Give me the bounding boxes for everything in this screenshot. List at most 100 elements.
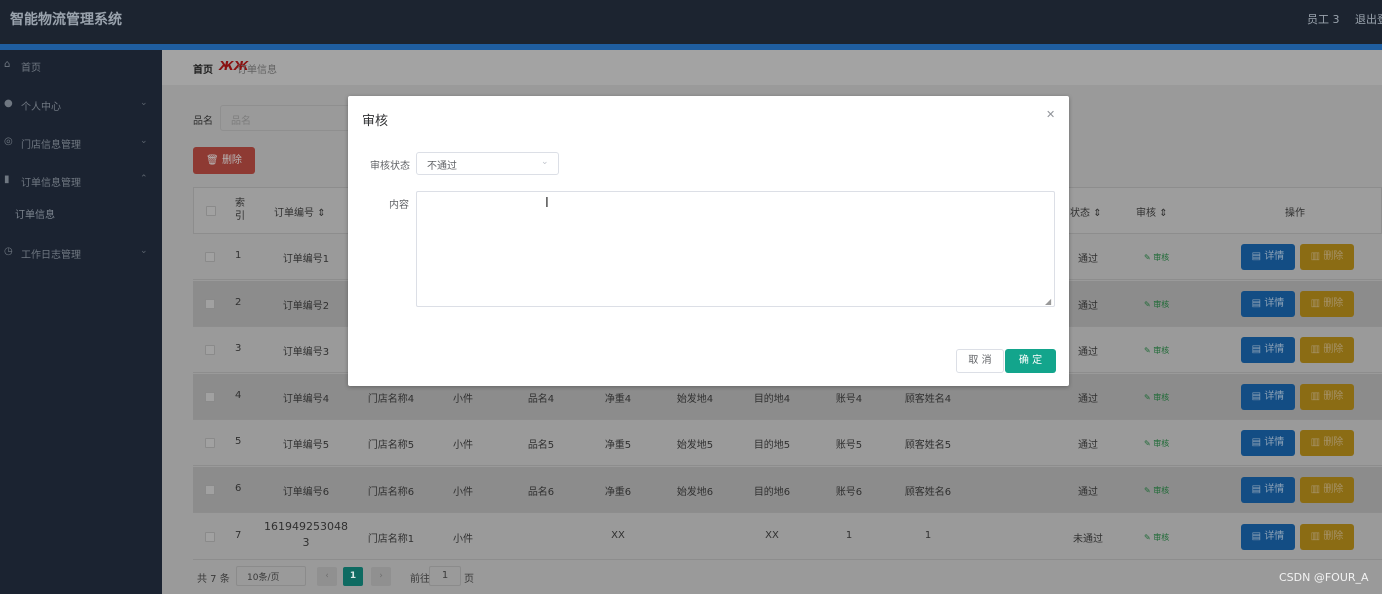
chevron-down-icon: ⌄ — [140, 98, 148, 108]
header-audit[interactable]: 审核 ⇕ — [1136, 204, 1168, 219]
pagination-total: 共 7 条 — [197, 574, 230, 585]
trash-icon: ▥ — [1310, 437, 1324, 449]
sidebar-item-orders[interactable]: ▮ 订单信息管理 ⌃ — [0, 171, 162, 191]
detail-button[interactable]: ▤ 详情 — [1241, 337, 1295, 364]
top-header: 智能物流管理系统 员工 3 退出登 — [0, 0, 1382, 45]
page-number-current[interactable]: 1 — [343, 567, 363, 586]
detail-button-label: 详情 — [1264, 390, 1285, 402]
sort-icon: ⇕ — [317, 208, 326, 219]
sort-icon: ⇕ — [1093, 208, 1102, 219]
detail-button[interactable]: ▤ 详情 — [1241, 383, 1295, 410]
audit-link[interactable]: ✎ 审核 — [1144, 299, 1169, 310]
chevron-down-icon: ⌄ — [541, 157, 549, 167]
row-checkbox[interactable] — [205, 531, 215, 542]
row-delete-button[interactable]: ▥ 删除 — [1300, 523, 1354, 550]
sidebar-item-store[interactable]: ◎ 门店信息管理 ⌄ — [0, 133, 162, 153]
cell-account: 账号6 — [835, 487, 863, 498]
current-user[interactable]: 员工 3 — [1307, 11, 1340, 27]
resize-handle-icon[interactable]: ◢ — [1045, 297, 1051, 306]
row-checkbox[interactable] — [205, 391, 215, 402]
cell-account: 账号5 — [835, 440, 863, 452]
header-audit-label: 审核 — [1136, 208, 1156, 219]
trash-icon: ▥ — [1310, 297, 1324, 309]
detail-button[interactable]: ▤ 详情 — [1241, 477, 1295, 503]
prev-page-button[interactable]: ‹ — [317, 567, 337, 586]
cell-name: 品名5 — [527, 440, 555, 452]
home-icon: ⌂ — [4, 59, 11, 70]
cancel-button[interactable]: 取 消 — [956, 349, 1004, 373]
logout-link[interactable]: 退出登 — [1355, 11, 1382, 27]
row-delete-button[interactable]: ▥ 删除 — [1300, 290, 1354, 317]
header-order-no[interactable]: 订单编号 ⇕ — [274, 204, 326, 219]
audit-status-select[interactable]: 不通过 ⌄ — [416, 152, 559, 175]
cell-customer: 顾客姓名5 — [904, 440, 952, 452]
cell-dest: XX — [765, 529, 779, 541]
detail-button[interactable]: ▤ 详情 — [1241, 430, 1295, 457]
row-checkbox[interactable] — [205, 298, 215, 309]
trash-icon: ▥ — [1310, 390, 1324, 402]
search-label: 品名 — [193, 116, 213, 127]
goto-page-input[interactable]: 1 — [429, 566, 461, 586]
cell-account: 1 — [845, 529, 853, 541]
cell-index: 6 — [235, 483, 242, 494]
header-status[interactable]: 状态 ⇕ — [1070, 204, 1102, 219]
document-icon: ▤ — [1251, 297, 1265, 309]
document-icon: ▤ — [1251, 251, 1265, 262]
edit-icon: ✎ — [1144, 486, 1154, 495]
audit-link-label: 审核 — [1153, 532, 1170, 542]
detail-button[interactable]: ▤ 详情 — [1241, 290, 1295, 317]
sidebar-subitem-order-info[interactable]: 订单信息 — [15, 206, 55, 221]
cell-order: 订单编号3 — [282, 347, 330, 359]
cell-origin: 始发地4 — [676, 393, 714, 405]
row-checkbox[interactable] — [205, 252, 215, 262]
cell-index: 1 — [235, 250, 242, 261]
row-checkbox[interactable] — [205, 345, 215, 356]
confirm-button[interactable]: 确 定 — [1005, 349, 1056, 373]
close-icon[interactable]: ✕ — [1046, 108, 1055, 121]
audit-link[interactable]: ✎ 审核 — [1144, 485, 1169, 496]
cell-origin: 始发地5 — [676, 440, 714, 452]
sidebar-item-profile[interactable]: ● 个人中心 ⌄ — [0, 95, 162, 115]
cell-customer: 1 — [924, 529, 932, 541]
breadcrumb-home[interactable]: 首页 — [193, 61, 213, 76]
header-index: 索引 — [235, 198, 245, 222]
audit-link[interactable]: ✎ 审核 — [1144, 252, 1169, 263]
edit-icon: ✎ — [1144, 346, 1154, 356]
row-delete-button[interactable]: ▥ 删除 — [1300, 430, 1354, 457]
cell-dest: 目的地6 — [753, 487, 791, 498]
detail-button[interactable]: ▤ 详情 — [1241, 523, 1295, 550]
pagination: 共 7 条 10条/页 ‹ 1 › 前往 1 页 — [162, 560, 1382, 594]
cell-store: 门店名称1 — [367, 533, 415, 545]
audit-link[interactable]: ✎ 审核 — [1144, 392, 1169, 403]
detail-button-label: 详情 — [1264, 437, 1285, 449]
audit-link[interactable]: ✎ 审核 — [1144, 438, 1169, 449]
sidebar-item-label: 首页 — [21, 63, 41, 74]
row-delete-button[interactable]: ▥ 删除 — [1300, 383, 1354, 410]
row-checkbox[interactable] — [205, 485, 215, 495]
sidebar-item-worklog[interactable]: ◷ 工作日志管理 ⌄ — [0, 243, 162, 263]
content-textarea[interactable]: I ◢ — [416, 191, 1055, 307]
cell-status: 通过 — [1078, 393, 1098, 405]
audit-link[interactable]: ✎ 审核 — [1144, 532, 1169, 543]
cell-index: 5 — [235, 436, 242, 448]
sidebar-item-home[interactable]: ⌂ 首页 — [0, 56, 162, 76]
next-page-button[interactable]: › — [371, 567, 391, 586]
batch-delete-button[interactable]: 🗑 删除 — [193, 147, 255, 174]
audit-link-label: 审核 — [1153, 299, 1170, 309]
document-icon: ▤ — [1251, 344, 1265, 356]
detail-button[interactable]: ▤ 详情 — [1241, 244, 1295, 270]
header-status-label: 状态 — [1070, 208, 1090, 219]
row-checkbox[interactable] — [205, 438, 215, 449]
audit-link[interactable]: ✎ 审核 — [1144, 345, 1169, 356]
page-size-select[interactable]: 10条/页 — [236, 566, 306, 586]
row-delete-button[interactable]: ▥ 删除 — [1300, 477, 1354, 503]
table-row: 7 1619492530483 门店名称1 小件 XX XX 1 1 未通过 ✎ 审核 ▤ 详情 ▥ … — [193, 513, 1382, 560]
table-row: 6 订单编号6 门店名称6 小件 品名6 净重6 始发地6 目的地6 账号6 顾客姓名6 通过 ✎ 审… — [193, 467, 1382, 513]
row-delete-button[interactable]: ▥ 删除 — [1300, 244, 1354, 270]
cell-dest: 目的地4 — [753, 393, 791, 405]
detail-button-label: 详情 — [1264, 530, 1285, 542]
select-all-checkbox[interactable] — [206, 206, 216, 216]
trash-icon: 🗑 — [206, 155, 219, 166]
search-input[interactable]: 品名 — [220, 105, 350, 131]
row-delete-button[interactable]: ▥ 删除 — [1300, 337, 1354, 364]
